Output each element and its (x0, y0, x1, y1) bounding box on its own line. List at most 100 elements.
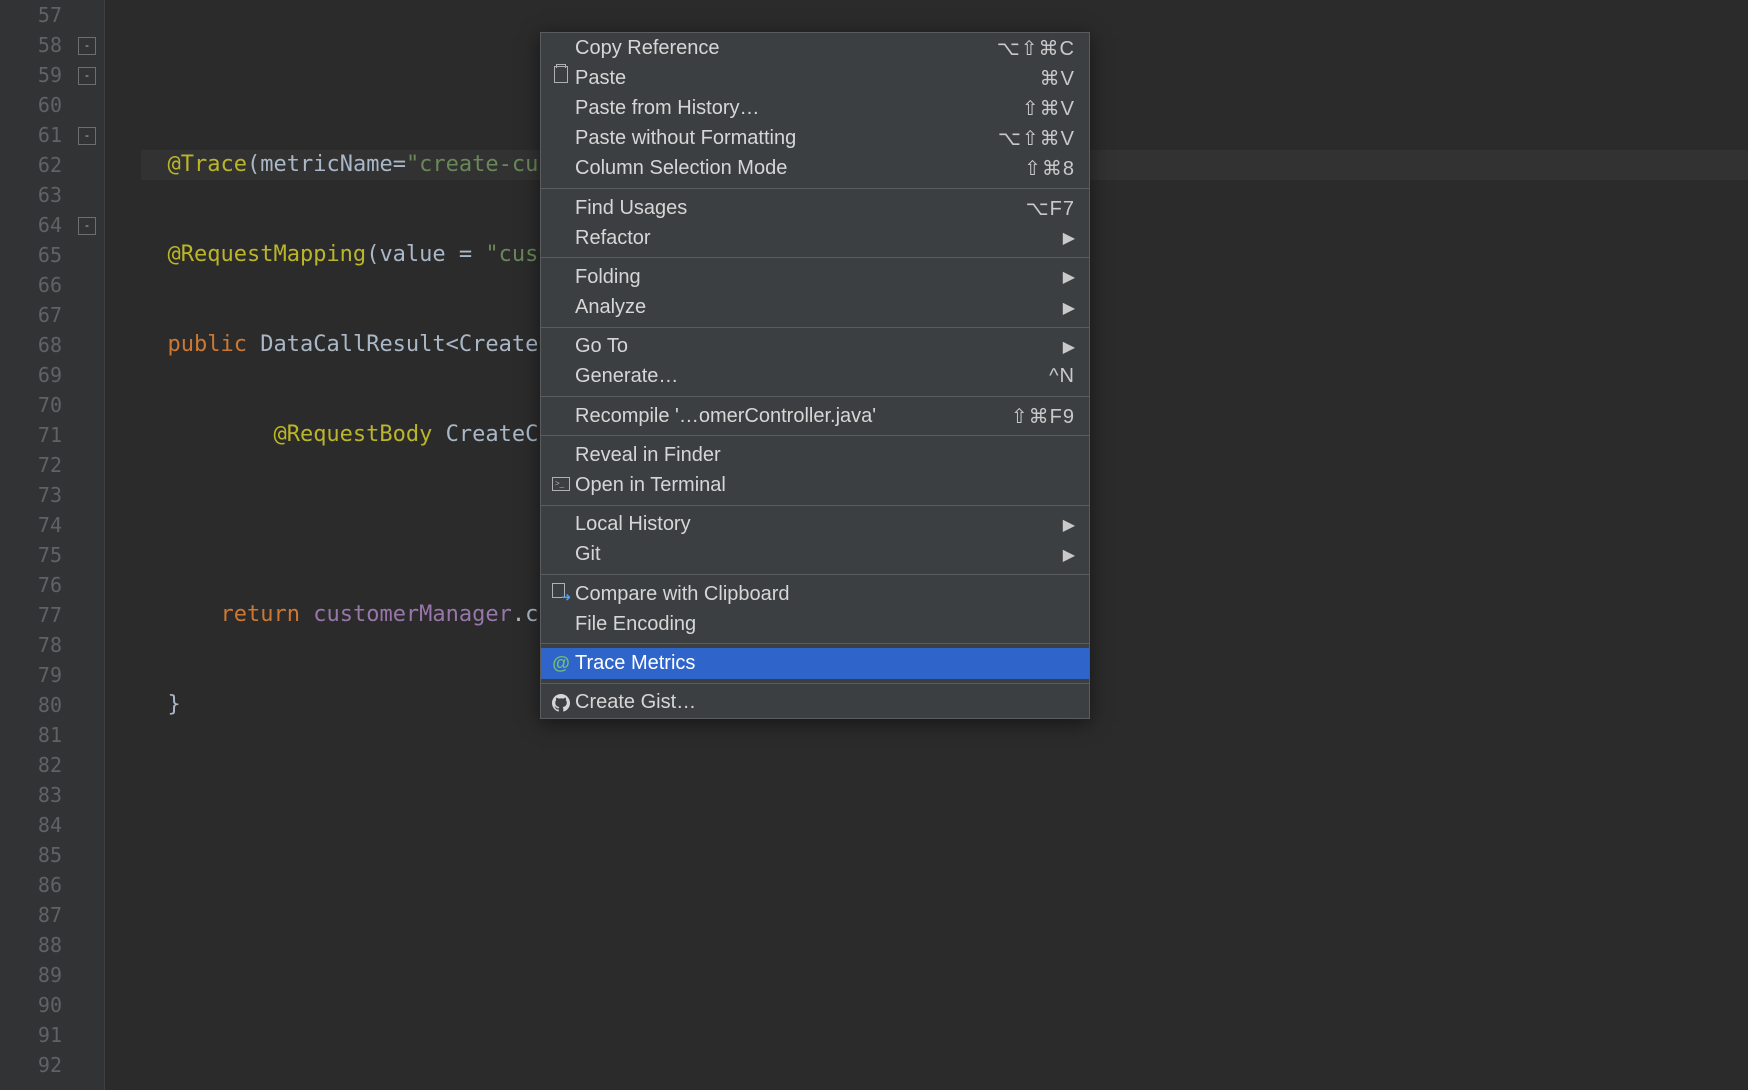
menu-item-label: Create Gist… (573, 691, 1075, 714)
menu-separator (541, 396, 1089, 397)
menu-item-label: Git (573, 543, 1063, 566)
menu-shortcut: ⌥F7 (1026, 196, 1075, 221)
terminal-icon: >_ (549, 475, 573, 496)
menu-item-label: Trace Metrics (573, 652, 1075, 675)
line-number: 67 (0, 300, 62, 330)
fold-minus-icon[interactable]: - (78, 67, 96, 85)
line-number: 89 (0, 960, 62, 990)
fold-minus-icon[interactable]: - (78, 217, 96, 235)
menu-separator (541, 435, 1089, 436)
line-number: 62 (0, 150, 62, 180)
menu-shortcut: ⌥⇧⌘V (998, 126, 1075, 151)
line-number: 59 (0, 60, 62, 90)
menu-item-refactor[interactable]: Refactor▶ (541, 223, 1089, 253)
menu-item-paste[interactable]: Paste⌘V (541, 63, 1089, 93)
line-number: 83 (0, 780, 62, 810)
line-number: 90 (0, 990, 62, 1020)
menu-item-column-selection-mode[interactable]: Column Selection Mode⇧⌘8 (541, 154, 1089, 184)
menu-item-label: Refactor (573, 227, 1063, 250)
menu-item-generate[interactable]: Generate…^N (541, 362, 1089, 392)
menu-item-label: Generate… (573, 365, 1049, 388)
submenu-arrow-icon: ▶ (1063, 228, 1075, 248)
menu-item-label: Copy Reference (573, 37, 997, 60)
menu-item-label: Go To (573, 335, 1063, 358)
clipboard-icon (549, 67, 573, 89)
menu-item-label: Folding (573, 266, 1063, 289)
menu-item-compare-with-clipboard[interactable]: ➜Compare with Clipboard (541, 579, 1089, 609)
line-number: 60 (0, 90, 62, 120)
line-number: 88 (0, 930, 62, 960)
menu-item-folding[interactable]: Folding▶ (541, 262, 1089, 292)
menu-item-analyze[interactable]: Analyze▶ (541, 293, 1089, 323)
line-number: 61 (0, 120, 62, 150)
line-number: 57 (0, 0, 62, 30)
menu-item-paste-from-history[interactable]: Paste from History…⇧⌘V (541, 93, 1089, 123)
menu-item-label: Analyze (573, 296, 1063, 319)
line-number: 65 (0, 240, 62, 270)
github-icon (549, 692, 573, 713)
menu-separator (541, 574, 1089, 575)
menu-item-label: Compare with Clipboard (573, 583, 1075, 606)
line-number: 84 (0, 810, 62, 840)
diff-icon: ➜ (549, 583, 573, 606)
menu-item-label: Column Selection Mode (573, 157, 1024, 180)
menu-item-open-in-terminal[interactable]: >_Open in Terminal (541, 470, 1089, 500)
menu-separator (541, 327, 1089, 328)
menu-item-git[interactable]: Git▶ (541, 540, 1089, 570)
line-number: 86 (0, 870, 62, 900)
menu-shortcut: ⌥⇧⌘C (997, 36, 1075, 61)
menu-item-file-encoding[interactable]: File Encoding (541, 609, 1089, 639)
menu-item-find-usages[interactable]: Find Usages⌥F7 (541, 193, 1089, 223)
line-number: 73 (0, 480, 62, 510)
line-number: 92 (0, 1050, 62, 1080)
line-number: 58 (0, 30, 62, 60)
line-number: 68 (0, 330, 62, 360)
menu-separator (541, 257, 1089, 258)
submenu-arrow-icon: ▶ (1063, 515, 1075, 535)
submenu-arrow-icon: ▶ (1063, 298, 1075, 318)
menu-item-label: File Encoding (573, 613, 1075, 636)
menu-item-trace-metrics[interactable]: @Trace Metrics (541, 648, 1089, 678)
menu-item-label: Paste from History… (573, 97, 1022, 120)
menu-separator (541, 188, 1089, 189)
menu-shortcut: ⌘V (1040, 66, 1075, 91)
line-number: 72 (0, 450, 62, 480)
menu-item-copy-reference[interactable]: Copy Reference⌥⇧⌘C (541, 33, 1089, 63)
menu-item-label: Paste (573, 67, 1040, 90)
line-number: 81 (0, 720, 62, 750)
menu-item-label: Open in Terminal (573, 474, 1075, 497)
menu-separator (541, 505, 1089, 506)
menu-item-label: Find Usages (573, 197, 1026, 220)
menu-shortcut: ^N (1049, 365, 1075, 388)
line-number: 79 (0, 660, 62, 690)
line-number: 78 (0, 630, 62, 660)
fold-minus-icon[interactable]: - (78, 37, 96, 55)
menu-shortcut: ⇧⌘8 (1024, 156, 1075, 181)
line-number: 80 (0, 690, 62, 720)
menu-item-create-gist[interactable]: Create Gist… (541, 688, 1089, 718)
line-number: 64 (0, 210, 62, 240)
line-number: 70 (0, 390, 62, 420)
line-number: 77 (0, 600, 62, 630)
menu-shortcut: ⇧⌘F9 (1011, 404, 1075, 429)
menu-separator (541, 683, 1089, 684)
menu-item-label: Reveal in Finder (573, 444, 1075, 467)
menu-shortcut: ⇧⌘V (1022, 96, 1075, 121)
menu-item-recompile-omercontroller-java[interactable]: Recompile '…omerController.java'⇧⌘F9 (541, 401, 1089, 431)
line-number: 91 (0, 1020, 62, 1050)
line-number: 66 (0, 270, 62, 300)
line-number: 76 (0, 570, 62, 600)
menu-separator (541, 643, 1089, 644)
fold-column: - - - - (72, 0, 105, 1090)
context-menu[interactable]: Copy Reference⌥⇧⌘CPaste⌘VPaste from Hist… (540, 32, 1090, 719)
menu-item-label: Recompile '…omerController.java' (573, 405, 1011, 428)
menu-item-local-history[interactable]: Local History▶ (541, 510, 1089, 540)
menu-item-label: Local History (573, 513, 1063, 536)
menu-item-paste-without-formatting[interactable]: Paste without Formatting⌥⇧⌘V (541, 124, 1089, 154)
fold-minus-icon[interactable]: - (78, 127, 96, 145)
at-icon: @ (549, 653, 573, 674)
menu-item-reveal-in-finder[interactable]: Reveal in Finder (541, 440, 1089, 470)
line-number: 75 (0, 540, 62, 570)
menu-item-go-to[interactable]: Go To▶ (541, 332, 1089, 362)
line-number-gutter: 5758596061626364656667686970717273747576… (0, 0, 72, 1090)
